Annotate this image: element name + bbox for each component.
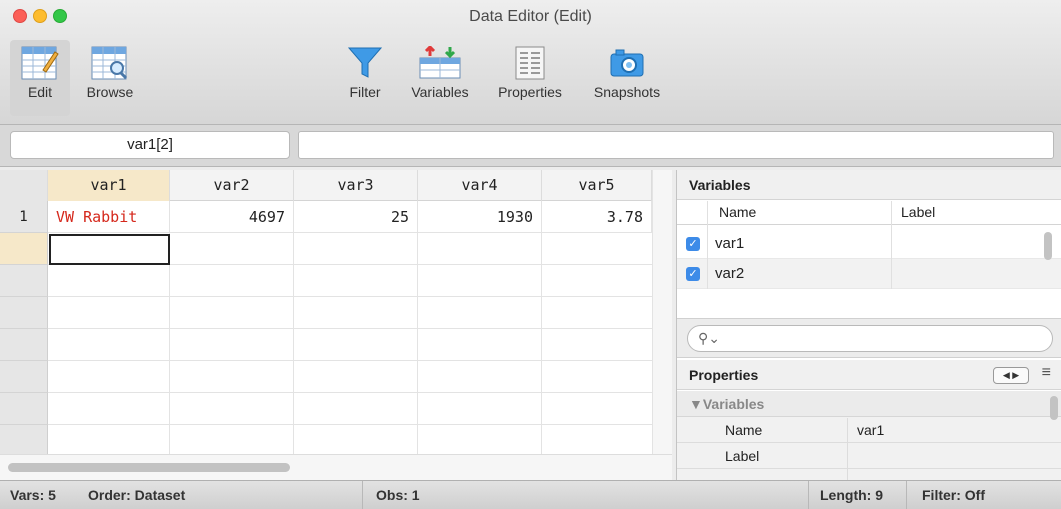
row-header[interactable]: [0, 297, 48, 329]
row-header-2[interactable]: [0, 233, 48, 265]
side-panels: Variables Name Label ✓ var1 ✓ var2 ⚲⌄ Pr…: [676, 170, 1061, 481]
browse-mode-button[interactable]: Browse: [76, 40, 144, 116]
edit-mode-button[interactable]: Edit: [10, 40, 70, 116]
variable-row-var1[interactable]: ✓ var1: [677, 229, 1061, 259]
column-header-var2[interactable]: var2: [170, 170, 294, 201]
window-title: Data Editor (Edit): [469, 8, 592, 25]
variable-row-var2[interactable]: ✓ var2: [677, 259, 1061, 289]
vars-count: Vars: 5: [10, 487, 56, 503]
property-row-name[interactable]: Name var1: [677, 417, 1061, 443]
properties-group-variables[interactable]: ▼Variables: [677, 391, 1061, 417]
browse-label: Browse: [86, 84, 134, 100]
cell-var5-row1[interactable]: 3.78: [542, 201, 652, 233]
property-value[interactable]: var1: [857, 422, 884, 438]
variable-name: var1: [715, 235, 745, 252]
variables-scroll-thumb[interactable]: [1044, 232, 1052, 260]
row-header[interactable]: [0, 265, 48, 297]
status-divider: [906, 481, 907, 509]
snapshots-label: Snapshots: [593, 84, 661, 100]
properties-label: Properties: [498, 84, 562, 100]
horizontal-scroll-thumb[interactable]: [8, 463, 290, 472]
label-column-header[interactable]: Label: [901, 204, 935, 220]
variable-search-input[interactable]: ⚲⌄: [687, 325, 1053, 352]
column-divider: [707, 201, 708, 289]
variables-label: Variables: [411, 84, 469, 100]
status-bar: Vars: 5 Order: Dataset Obs: 1 Length: 9 …: [0, 480, 1061, 509]
title-toolbar: Data Editor (Edit) Edit Browse Filter Va…: [0, 0, 1061, 125]
cell-var3-row1[interactable]: 25: [294, 201, 418, 233]
reference-bar: var1[2]: [0, 125, 1061, 167]
name-column-header[interactable]: Name: [719, 204, 756, 220]
column-header-row: var1 var2 var3 var4 var5: [0, 170, 672, 201]
sort-order: Order: Dataset: [88, 487, 186, 503]
vertical-scroll-track[interactable]: [652, 170, 672, 454]
variables-button[interactable]: Variables: [398, 40, 482, 116]
cell-reference-field[interactable]: var1[2]: [10, 131, 290, 159]
row-header[interactable]: [0, 329, 48, 361]
empty-grid-area[interactable]: [48, 233, 652, 457]
data-grid[interactable]: var1 var2 var3 var4 var5 1 VW Rabbit 469…: [0, 170, 672, 480]
snapshots-button[interactable]: Snapshots: [582, 40, 672, 116]
properties-list-icon: [515, 46, 545, 80]
column-header-var1[interactable]: var1: [48, 170, 170, 201]
filter-funnel-icon: [347, 47, 383, 78]
corner-cell[interactable]: [0, 170, 48, 201]
column-divider: [891, 201, 892, 289]
property-column-divider: [847, 418, 848, 480]
filter-status: Filter: Off: [922, 487, 985, 503]
variable-visible-checkbox[interactable]: ✓: [686, 267, 700, 281]
properties-scroll-thumb[interactable]: [1050, 396, 1058, 420]
row-header-1[interactable]: 1: [0, 201, 48, 233]
row-header[interactable]: [0, 425, 48, 457]
horizontal-scrollbar[interactable]: [0, 454, 672, 480]
current-cell-editor[interactable]: [49, 234, 170, 265]
variables-list-header: Name Label: [677, 201, 1061, 225]
variable-name: var2: [715, 265, 745, 282]
cell-var1-row1[interactable]: VW Rabbit: [48, 201, 170, 233]
obs-count: Obs: 1: [376, 487, 420, 503]
property-key: Label: [725, 448, 760, 464]
variables-panel-title: Variables: [677, 170, 1061, 200]
search-icon: ⚲⌄: [698, 330, 720, 346]
variables-icon: [419, 46, 461, 79]
column-header-var3[interactable]: var3: [294, 170, 418, 201]
status-divider: [808, 481, 809, 509]
browse-grid-icon: [91, 46, 128, 80]
property-key: Name: [725, 422, 763, 438]
edit-label: Edit: [27, 84, 53, 100]
properties-nav-arrows[interactable]: ◀ ▶: [993, 367, 1029, 384]
cell-value-field[interactable]: [298, 131, 1054, 159]
properties-button[interactable]: Properties: [486, 40, 574, 116]
variable-visible-checkbox[interactable]: ✓: [686, 237, 700, 251]
string-length: Length: 9: [820, 487, 883, 503]
column-header-var5[interactable]: var5: [542, 170, 652, 201]
camera-icon: [610, 49, 644, 77]
property-row-label[interactable]: Label: [677, 443, 1061, 469]
cell-var2-row1[interactable]: 4697: [170, 201, 294, 233]
status-divider: [362, 481, 363, 509]
filter-label: Filter: [349, 84, 381, 100]
column-header-var4[interactable]: var4: [418, 170, 542, 201]
variable-search-bar: ⚲⌄: [677, 318, 1061, 358]
cell-var4-row1[interactable]: 1930: [418, 201, 542, 233]
row-header[interactable]: [0, 361, 48, 393]
filter-button[interactable]: Filter: [340, 40, 390, 116]
hamburger-menu-icon[interactable]: ≡: [1042, 364, 1051, 382]
row-header[interactable]: [0, 393, 48, 425]
edit-grid-icon: [21, 46, 59, 80]
